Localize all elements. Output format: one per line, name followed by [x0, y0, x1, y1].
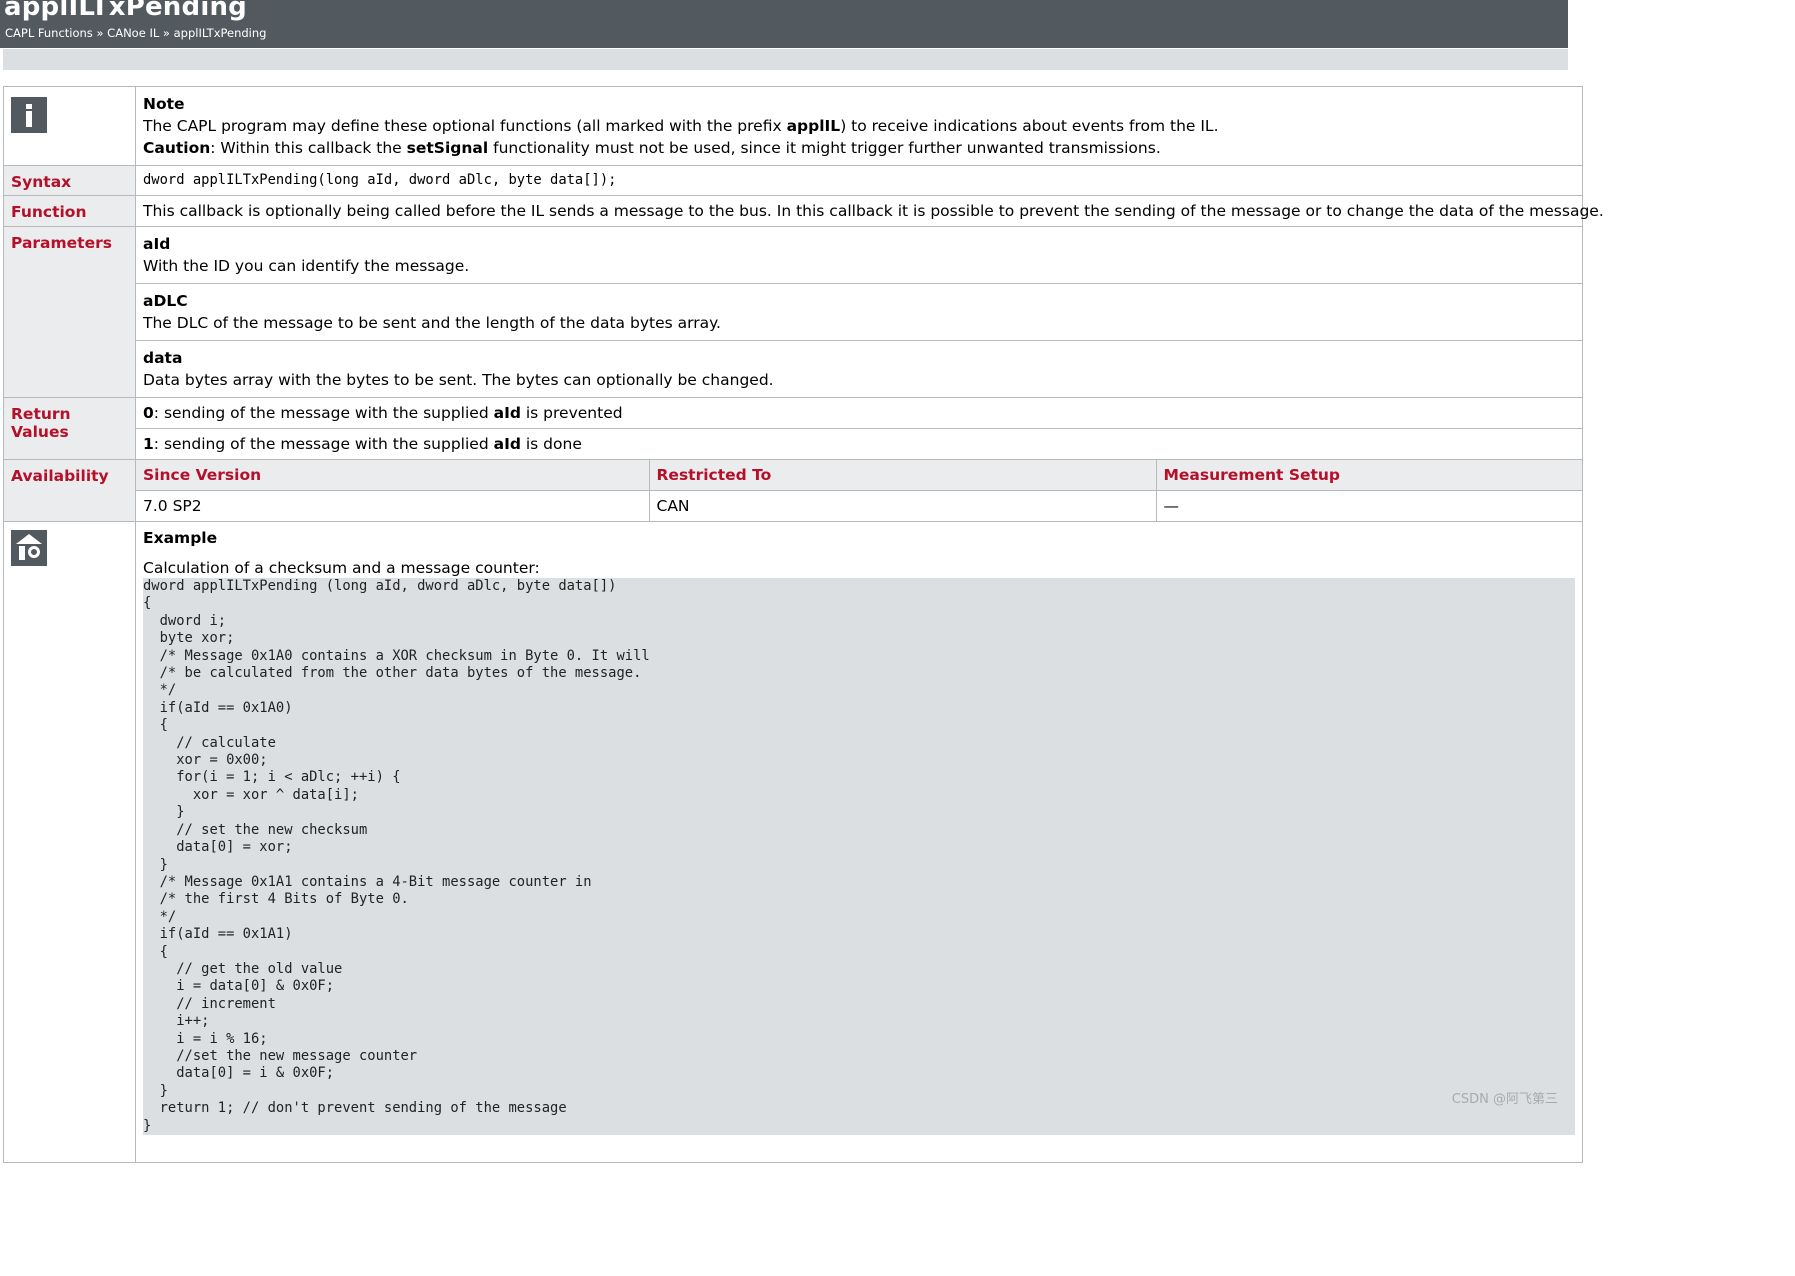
syntax-code: dword applILTxPending(long aId, dword aD…: [135, 165, 1583, 196]
function-text: This callback is optionally being called…: [135, 195, 1604, 227]
return-values-label-cell: Return Values: [3, 397, 136, 460]
return-values-row-2: 1: sending of the message with the suppl…: [4, 428, 1583, 460]
parameters-row-3: data Data bytes array with the bytes to …: [4, 340, 1583, 398]
note-heading: Note: [143, 95, 185, 113]
availability-row: Availability Since Version Restricted To…: [3, 459, 1583, 522]
parameter-desc: With the ID you can identify the message…: [143, 257, 470, 275]
return-value-item: 0: sending of the message with the suppl…: [135, 397, 1583, 429]
sub-bar: [3, 49, 1568, 70]
note-content: Note The CAPL program may define these o…: [135, 86, 1583, 166]
return-value-item: 1: sending of the message with the suppl…: [135, 428, 1583, 460]
example-code: dword applILTxPending (long aId, dword a…: [143, 578, 1575, 1135]
example-content: Example Calculation of a checksum and a …: [135, 521, 1583, 1163]
parameters-label: Parameters: [11, 234, 112, 252]
note-icon-cell: [3, 86, 136, 166]
watermark: CSDN @阿飞第三: [1451, 1092, 1558, 1107]
availability-restricted-value: CAN: [649, 490, 1157, 521]
page-header: applILTxPending CAPL Functions » CANoe I…: [0, 0, 1568, 48]
availability-since-value: 7.0 SP2: [136, 490, 650, 521]
function-label-cell: Function: [3, 195, 136, 227]
function-label: Function: [11, 203, 87, 221]
parameter-desc: Data bytes array with the bytes to be se…: [143, 371, 774, 389]
syntax-label: Syntax: [11, 173, 72, 191]
parameter-name: data: [143, 349, 183, 367]
parameter-item: aId With the ID you can identify the mes…: [135, 226, 1583, 284]
parameter-item: aDLC The DLC of the message to be sent a…: [135, 283, 1583, 341]
availability-measurement-value: —: [1156, 490, 1582, 521]
note-row: Note The CAPL program may define these o…: [3, 86, 1583, 166]
syntax-row: Syntax dword applILTxPending(long aId, d…: [3, 165, 1583, 196]
breadcrumb: CAPL Functions » CANoe IL » applILTxPend…: [5, 26, 267, 41]
breadcrumb-current: applILTxPending: [173, 26, 267, 40]
availability-content: Since Version Restricted To Measurement …: [135, 459, 1583, 522]
availability-label-cell: Availability: [3, 459, 136, 522]
parameter-name: aId: [143, 235, 171, 253]
parameters-row-2: aDLC The DLC of the message to be sent a…: [4, 283, 1583, 341]
availability-table: Since Version Restricted To Measurement …: [136, 460, 1582, 521]
page-title: applILTxPending: [4, 0, 247, 22]
return-values-label: Return Values: [11, 405, 71, 441]
example-intro: Calculation of a checksum and a message …: [143, 559, 540, 577]
breadcrumb-capl-functions[interactable]: CAPL Functions: [5, 26, 93, 40]
example-heading: Example: [143, 529, 218, 547]
info-icon: [11, 97, 47, 133]
parameter-item: data Data bytes array with the bytes to …: [135, 340, 1583, 398]
example-row: Example Calculation of a checksum and a …: [3, 521, 1583, 1163]
breadcrumb-separator: »: [162, 26, 170, 40]
parameters-label-cell: Parameters: [3, 226, 136, 398]
availability-header-since: Since Version: [136, 460, 650, 491]
parameter-name: aDLC: [143, 292, 188, 310]
example-icon-cell: [3, 521, 136, 1163]
syntax-label-cell: Syntax: [3, 165, 136, 196]
availability-header-restricted: Restricted To: [649, 460, 1157, 491]
note-text: The CAPL program may define these option…: [143, 117, 1219, 135]
function-doc-table: Note The CAPL program may define these o…: [3, 86, 1604, 1163]
note-caution: Caution: Within this callback the setSig…: [143, 139, 1161, 157]
breadcrumb-canoe-il[interactable]: CANoe IL: [107, 26, 159, 40]
availability-header-measurement: Measurement Setup: [1156, 460, 1582, 491]
example-icon: [11, 530, 47, 566]
breadcrumb-separator: »: [96, 26, 104, 40]
parameter-desc: The DLC of the message to be sent and th…: [143, 314, 721, 332]
parameters-row-1: Parameters aId With the ID you can ident…: [3, 226, 1583, 398]
return-values-row-1: Return Values 0: sending of the message …: [3, 397, 1583, 460]
function-row: Function This callback is optionally bei…: [3, 195, 1604, 227]
availability-label: Availability: [11, 467, 109, 485]
